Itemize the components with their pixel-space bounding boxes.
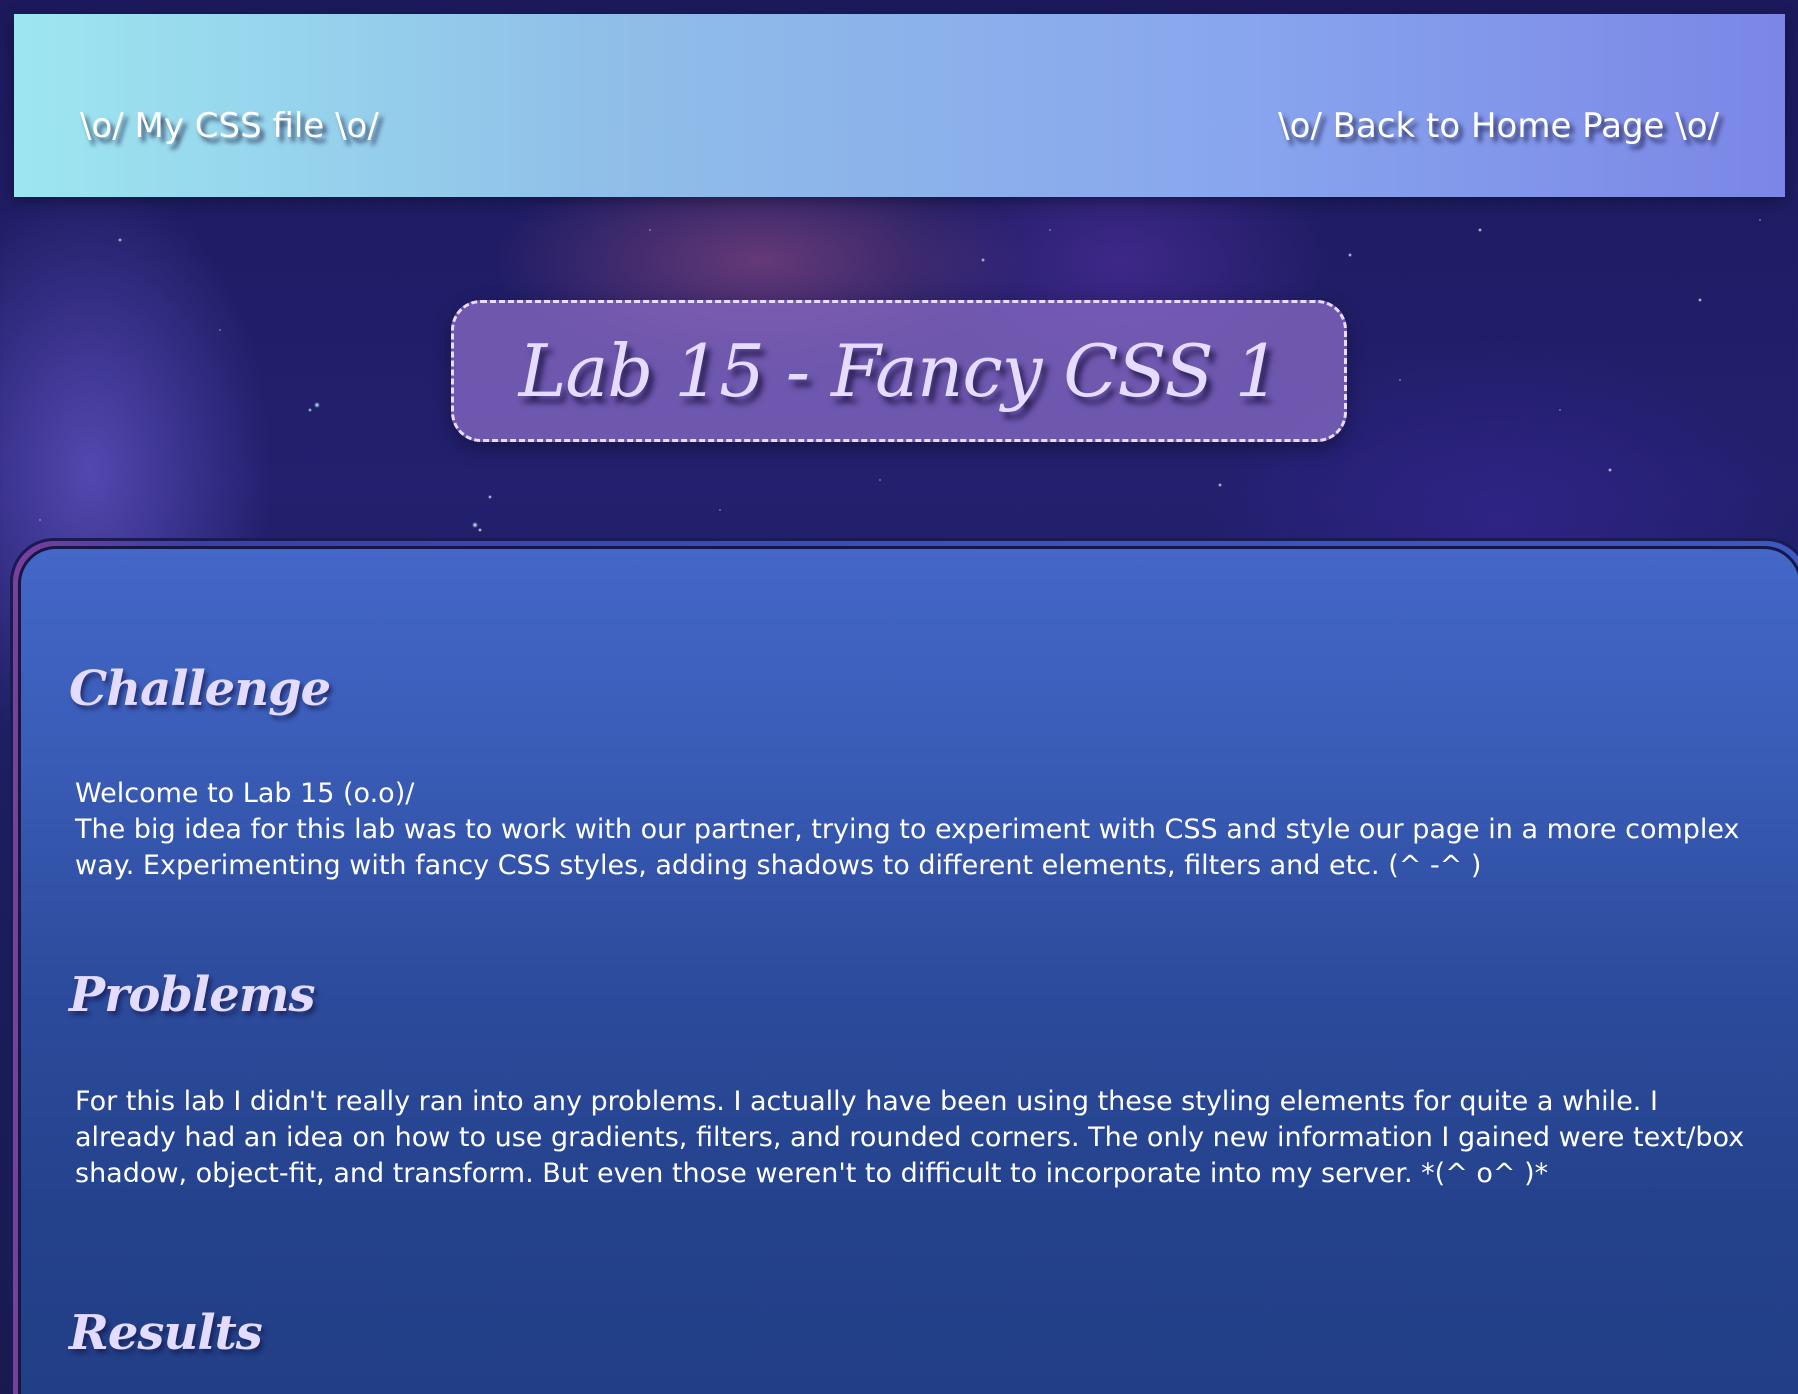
- my-css-file-link[interactable]: \o/ My CSS file \o/: [80, 106, 379, 146]
- challenge-text: Welcome to Lab 15 (o.o)/ The big idea fo…: [75, 776, 1755, 884]
- challenge-welcome-line: Welcome to Lab 15 (o.o)/: [75, 778, 415, 809]
- problems-heading: Problems: [69, 967, 316, 1023]
- back-to-home-link[interactable]: \o/ Back to Home Page \o/: [1278, 106, 1719, 146]
- content-panel: Challenge Welcome to Lab 15 (o.o)/ The b…: [10, 538, 1798, 1394]
- results-heading: Results: [69, 1305, 263, 1361]
- challenge-heading: Challenge: [69, 661, 331, 717]
- page-title: Lab 15 - Fancy CSS 1: [518, 329, 1281, 413]
- challenge-description: The big idea for this lab was to work wi…: [75, 814, 1740, 881]
- content-inner: Challenge Welcome to Lab 15 (o.o)/ The b…: [18, 546, 1798, 1394]
- problems-text: For this lab I didn't really ran into an…: [75, 1086, 1745, 1189]
- header-nav: \o/ My CSS file \o/ \o/ Back to Home Pag…: [14, 14, 1785, 197]
- page-title-box: Lab 15 - Fancy CSS 1: [451, 300, 1347, 442]
